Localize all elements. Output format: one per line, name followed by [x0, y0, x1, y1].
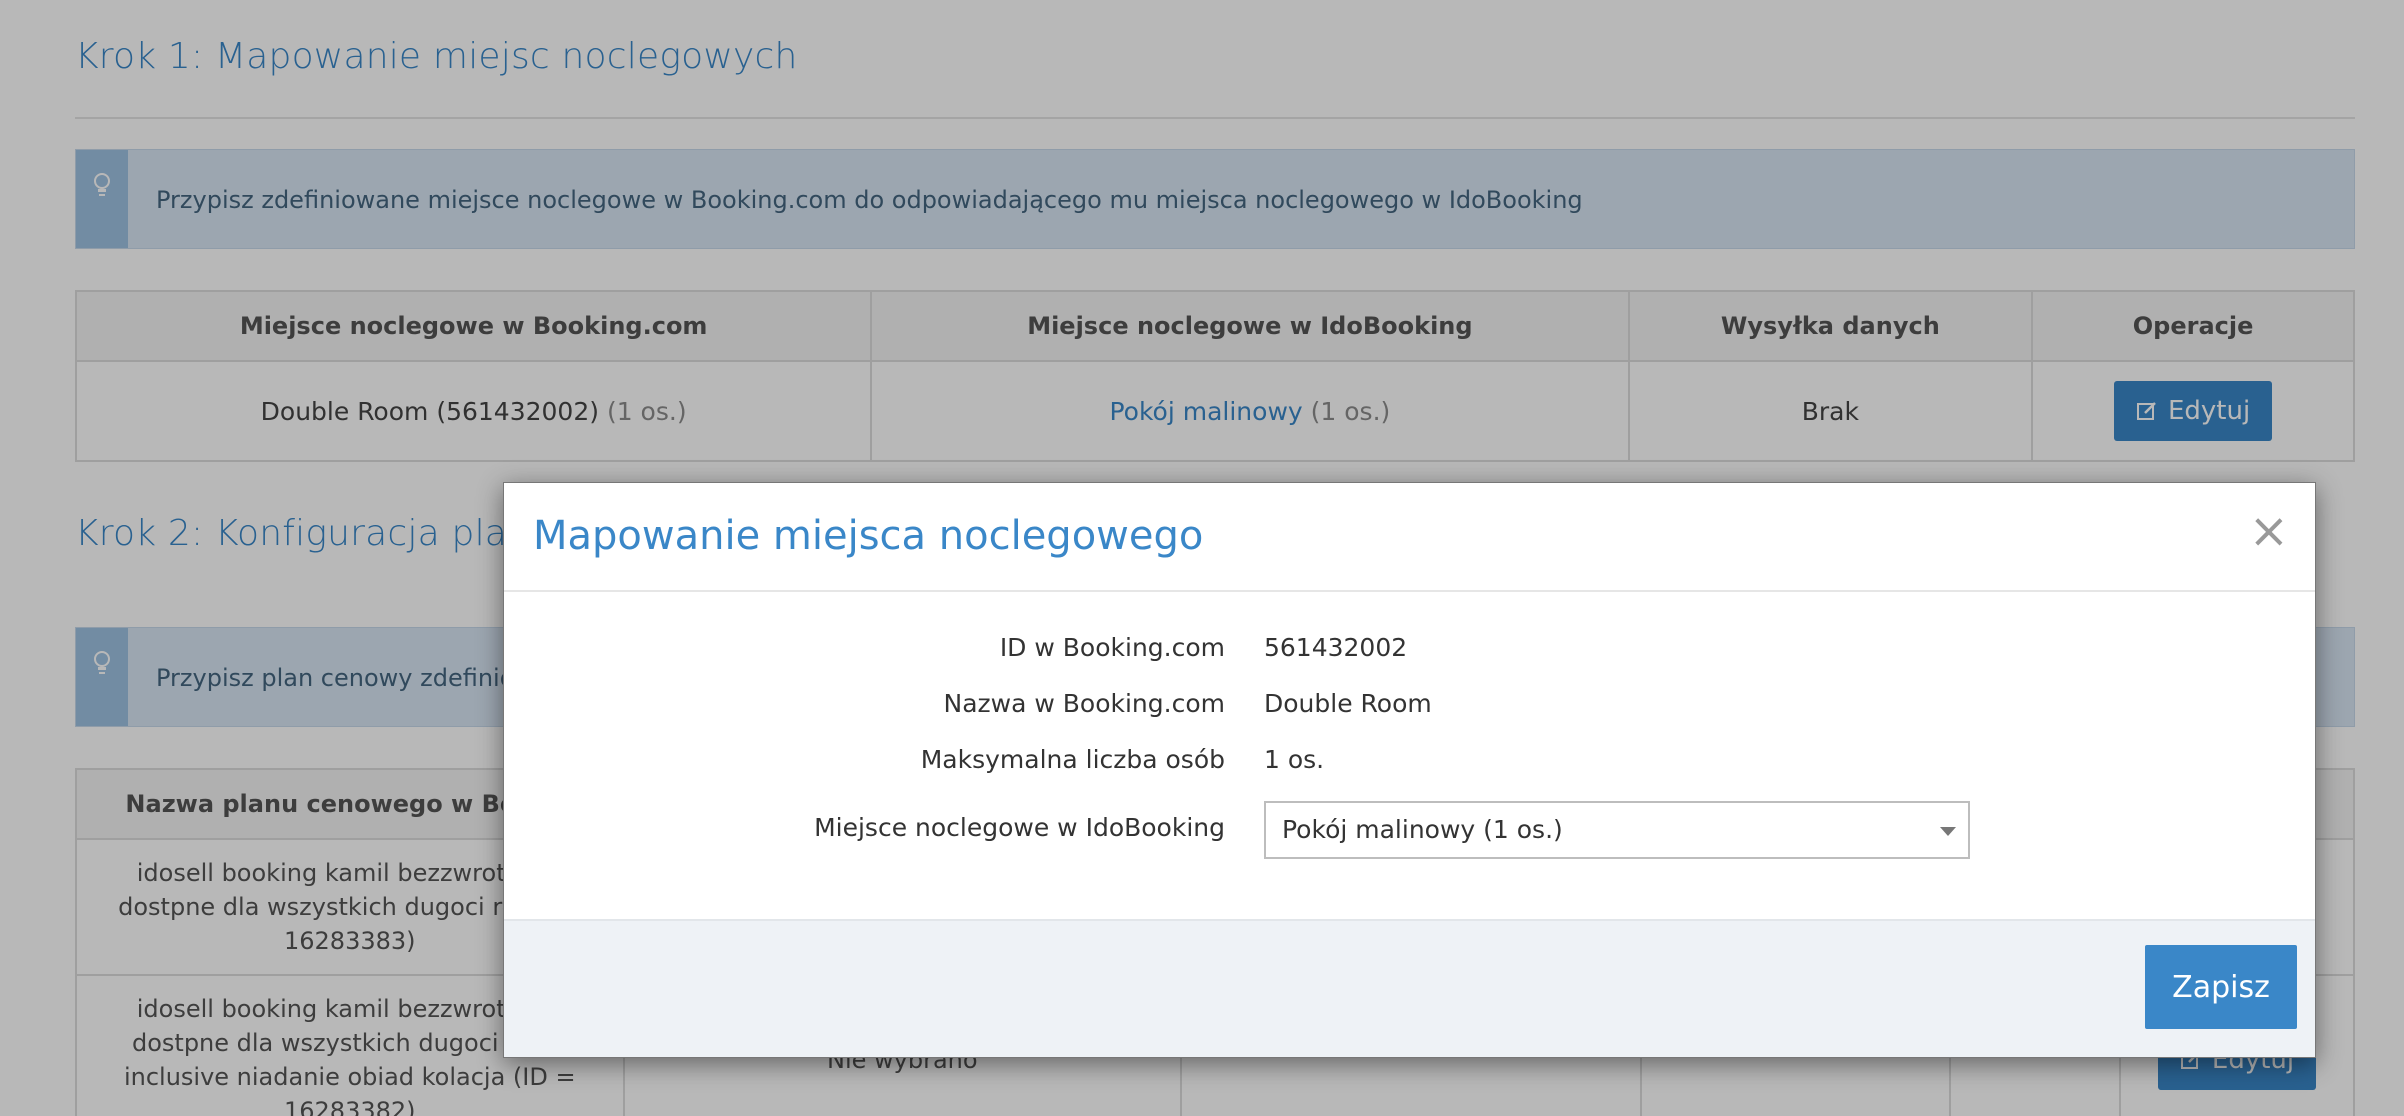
- field-label: Maksymalna liczba osób: [920, 745, 1225, 774]
- page: Krok 1: Mapowanie miejsc noclegowych Prz…: [0, 0, 2404, 1116]
- modal-title: Mapowanie miejsca noclegowego: [533, 513, 1204, 559]
- field-max-persons: Maksymalna liczba osób 1 os.: [504, 745, 2315, 785]
- field-booking-name: Nazwa w Booking.com Double Room: [504, 689, 2315, 729]
- field-label: Miejsce noclegowe w IdoBooking: [814, 813, 1225, 842]
- save-button[interactable]: Zapisz: [2145, 945, 2297, 1029]
- select-value: Pokój malinowy (1 os.): [1282, 815, 1563, 844]
- modal-header: Mapowanie miejsca noclegowego ×: [504, 483, 2315, 592]
- close-icon[interactable]: ×: [2249, 507, 2289, 555]
- field-booking-id: ID w Booking.com 561432002: [504, 633, 2315, 673]
- field-value: Double Room: [1264, 689, 1432, 718]
- field-value: 561432002: [1264, 633, 1408, 662]
- mapping-modal: Mapowanie miejsca noclegowego × ID w Boo…: [503, 482, 2316, 1058]
- field-value: 1 os.: [1264, 745, 1325, 774]
- field-label: ID w Booking.com: [999, 633, 1225, 662]
- field-label: Nazwa w Booking.com: [943, 689, 1225, 718]
- modal-footer: Zapisz: [504, 919, 2315, 1057]
- chevron-down-icon: [1940, 827, 1956, 836]
- ido-room-select[interactable]: Pokój malinowy (1 os.): [1264, 801, 1970, 859]
